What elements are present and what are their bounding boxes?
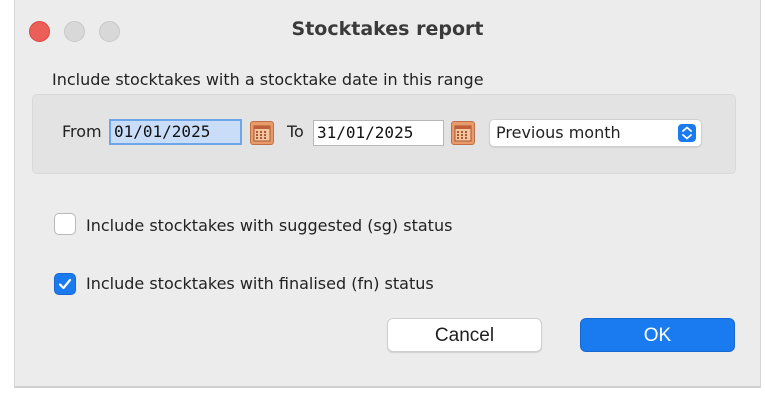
date-preset-select[interactable]: Previous month	[489, 119, 702, 147]
ok-button[interactable]: OK	[580, 318, 735, 352]
from-calendar-button[interactable]	[250, 121, 274, 145]
select-arrows	[678, 124, 696, 142]
from-label: From	[62, 122, 102, 141]
finalised-status-label[interactable]: Include stocktakes with finalised (fn) s…	[86, 274, 434, 293]
title-bar[interactable]: Stocktakes report	[15, 0, 760, 60]
checkmark-icon	[58, 278, 72, 290]
calendar-icon	[454, 125, 472, 142]
chevron-up-down-icon	[682, 126, 692, 140]
date-preset-selected-value: Previous month	[496, 123, 621, 142]
stocktakes-report-dialog: Stocktakes report Include stocktakes wit…	[14, 0, 761, 388]
to-label: To	[287, 122, 304, 141]
suggested-status-label[interactable]: Include stocktakes with suggested (sg) s…	[86, 216, 452, 235]
date-range-group-label: Include stocktakes with a stocktake date…	[52, 70, 484, 89]
window-title: Stocktakes report	[291, 18, 484, 40]
cancel-button[interactable]: Cancel	[387, 318, 542, 352]
to-date-input[interactable]: 31/01/2025	[313, 120, 444, 146]
to-calendar-button[interactable]	[451, 121, 475, 145]
from-date-input[interactable]: 01/01/2025	[109, 119, 242, 145]
finalised-status-checkbox[interactable]	[54, 273, 76, 295]
suggested-status-checkbox[interactable]	[54, 213, 76, 235]
calendar-icon	[253, 125, 271, 142]
